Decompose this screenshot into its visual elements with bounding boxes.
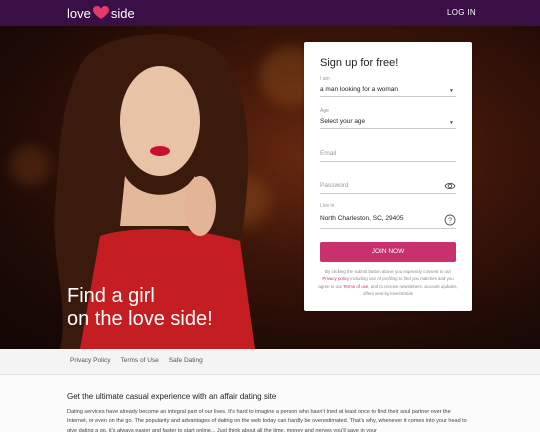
iam-value: a man looking for a woman xyxy=(320,86,399,93)
help-icon[interactable]: ? xyxy=(444,213,456,226)
footer-privacy-link[interactable]: Privacy Policy xyxy=(70,357,110,364)
privacy-policy-link[interactable]: Privacy policy xyxy=(322,276,349,281)
top-navbar: love side LOG IN xyxy=(0,0,540,26)
signup-title: Sign up for free! xyxy=(320,57,399,69)
eye-icon[interactable] xyxy=(444,179,456,191)
hero-title-line1: Find a girl xyxy=(67,285,155,307)
terms-text-part3: , and to receive newsletters, account up… xyxy=(362,283,458,297)
terms-text: By clicking the submit button above you … xyxy=(318,268,458,298)
iam-label: I am xyxy=(320,76,330,82)
email-placeholder: Email xyxy=(320,150,337,157)
livein-value: North Charleston, SC, 29405 xyxy=(320,215,404,222)
email-field[interactable]: Email xyxy=(320,146,456,162)
article-body: Dating services have already become an i… xyxy=(67,409,467,432)
password-field[interactable]: Password xyxy=(320,178,456,194)
caret-down-icon: ▼ xyxy=(449,120,454,126)
svg-text:?: ? xyxy=(448,218,452,225)
age-label: Age xyxy=(320,108,329,114)
join-now-button[interactable]: JOIN NOW xyxy=(320,242,456,262)
logo-text-left: love xyxy=(67,5,91,21)
article-section: Get the ultimate casual experience with … xyxy=(0,375,540,432)
login-link[interactable]: LOG IN xyxy=(447,8,476,17)
logo-text-right: side xyxy=(110,5,135,21)
terms-text-part1: By clicking the submit button above you … xyxy=(325,269,451,274)
footer-links: Privacy Policy Terms of Use Safe Dating xyxy=(70,357,203,364)
iam-select[interactable]: I am a man looking for a woman ▼ xyxy=(320,74,456,97)
livein-label: Live in xyxy=(320,203,335,209)
footer-terms-link[interactable]: Terms of Use xyxy=(120,357,158,364)
hero-title-line2: on the love side! xyxy=(67,308,213,330)
livein-field[interactable]: Live in North Charleston, SC, 29405 ? xyxy=(320,202,456,229)
footer-safe-dating-link[interactable]: Safe Dating xyxy=(169,357,203,364)
caret-down-icon: ▼ xyxy=(449,88,454,94)
site-logo[interactable]: love side xyxy=(67,5,135,21)
age-select[interactable]: Age Select your age ▼ xyxy=(320,106,456,129)
terms-of-use-link[interactable]: Terms of use xyxy=(343,284,368,289)
hero-title: Find a girl on the love side! xyxy=(67,285,213,331)
article-heading: Get the ultimate casual experience with … xyxy=(67,392,277,401)
heart-logo-icon xyxy=(92,6,109,20)
age-value: Select your age xyxy=(320,118,366,125)
signup-form: Sign up for free! I am a man looking for… xyxy=(304,42,472,311)
password-placeholder: Password xyxy=(320,182,349,189)
